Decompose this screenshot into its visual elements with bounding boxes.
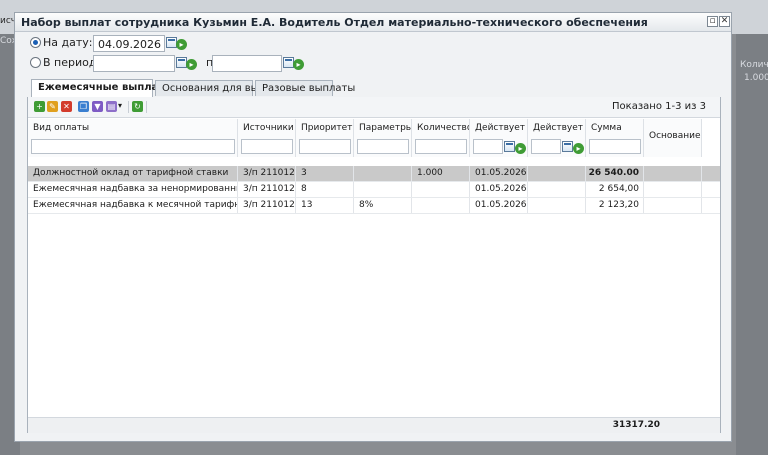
delete-icon[interactable]: ✕: [61, 101, 72, 112]
tab-one-time-payments[interactable]: Разовые выплаты: [255, 80, 355, 96]
cell-valid-to: [528, 198, 586, 213]
filter-input[interactable]: [473, 139, 503, 154]
copy-icon[interactable]: ❐: [78, 101, 89, 112]
filter-icon[interactable]: ▼: [92, 101, 103, 112]
tab-bar: Ежемесячные выплаты Основания для выплат…: [27, 79, 721, 98]
cell-priority: 8: [296, 182, 354, 197]
total-amount: 31317.20: [612, 420, 660, 430]
table-row[interactable]: Ежемесячная надбавка к месячной тарифной…: [28, 198, 720, 214]
cell-source: 3/п 211012(...: [238, 198, 296, 213]
cell-source: 3/п 211012(...: [238, 182, 296, 197]
period-radio[interactable]: [30, 57, 41, 68]
payments-dialog: Набор выплат сотрудника Кузьмин Е.А. Вод…: [14, 12, 732, 442]
cell-priority: 13: [296, 198, 354, 213]
dialog-titlebar[interactable]: Набор выплат сотрудника Кузьмин Е.А. Вод…: [15, 13, 731, 32]
dropdown-arrow-icon[interactable]: ▾: [118, 101, 122, 110]
filter-input[interactable]: [241, 139, 293, 154]
on-date-label: На дату:: [43, 36, 93, 49]
cell-params: [354, 182, 412, 197]
cell-source: 3/п 211012(...: [238, 166, 296, 181]
filter-input[interactable]: [299, 139, 351, 154]
background-app-right: [736, 34, 768, 455]
records-count: Показано 1-3 из 3: [612, 101, 706, 112]
cell-amount: 2 654,00: [586, 182, 644, 197]
cell-amount: 2 123,20: [586, 198, 644, 213]
table-row[interactable]: Должностной оклад от тарифной ставки 3/п…: [28, 166, 720, 182]
column-header[interactable]: Основание: [644, 119, 702, 157]
grid-toolbar: + ✎ ✕ ❐ ▼ ▤ ▾ ↻ Показано 1-3 из 3: [28, 97, 720, 118]
cell-payment-type: Ежемесячная надбавка к месячной тарифной…: [28, 198, 238, 213]
tab-monthly-payments[interactable]: Ежемесячные выплаты: [31, 79, 173, 97]
cell-valid-from: 01.05.2026: [470, 166, 528, 181]
toolbar-separator: [146, 101, 147, 113]
cell-quantity: 1.000: [412, 166, 470, 181]
filter-input[interactable]: [531, 139, 561, 154]
apply-filter-icon[interactable]: ▸: [515, 143, 526, 154]
period-to-field[interactable]: [212, 55, 282, 72]
close-icon[interactable]: ✕: [719, 16, 730, 27]
cell-valid-from: 01.05.2026: [470, 182, 528, 197]
apply-date-icon[interactable]: ▸: [176, 39, 187, 50]
cell-quantity: [412, 182, 470, 197]
restore-icon[interactable]: ▫: [707, 16, 718, 27]
on-date-radio[interactable]: [30, 37, 41, 48]
dialog-title: Набор выплат сотрудника Кузьмин Е.А. Вод…: [21, 16, 648, 29]
cell-basis: [644, 166, 702, 181]
grid-footer: 31317.20: [28, 417, 720, 433]
filter-input[interactable]: [415, 139, 467, 154]
cell-basis: [644, 182, 702, 197]
refresh-icon[interactable]: ↻: [132, 101, 143, 112]
calendar-icon[interactable]: [562, 141, 573, 152]
background-column-header: Колич: [740, 60, 768, 70]
apply-period-to-icon[interactable]: ▸: [293, 59, 304, 70]
on-date-field[interactable]: 04.09.2026: [93, 35, 165, 52]
cell-params: [354, 166, 412, 181]
background-cell: 1.000: [744, 73, 768, 83]
cell-quantity: [412, 198, 470, 213]
toolbar-separator: [128, 101, 129, 113]
apply-filter-icon[interactable]: ▸: [573, 143, 584, 154]
cell-priority: 3: [296, 166, 354, 181]
period-from-field[interactable]: [93, 55, 175, 72]
print-icon[interactable]: ▤: [106, 101, 117, 112]
cell-basis: [644, 198, 702, 213]
filter-input[interactable]: [357, 139, 409, 154]
cell-valid-to: [528, 166, 586, 181]
cell-valid-from: 01.05.2026: [470, 198, 528, 213]
tab-payment-grounds[interactable]: Основания для выплат: [155, 80, 283, 96]
add-icon[interactable]: +: [34, 101, 45, 112]
cell-payment-type: Должностной оклад от тарифной ставки: [28, 166, 238, 181]
edit-icon[interactable]: ✎: [47, 101, 58, 112]
filter-input[interactable]: [31, 139, 235, 154]
cell-params: 8%: [354, 198, 412, 213]
calendar-icon[interactable]: [504, 141, 515, 152]
cell-valid-to: [528, 182, 586, 197]
cell-payment-type: Ежемесячная надбавка за ненормированный …: [28, 182, 238, 197]
table-row[interactable]: Ежемесячная надбавка за ненормированный …: [28, 182, 720, 198]
filter-input[interactable]: [589, 139, 641, 154]
cell-amount: 26 540.00: [586, 166, 644, 181]
payments-grid: + ✎ ✕ ❐ ▼ ▤ ▾ ↻ Показано 1-3 из 3 Вид оп…: [27, 97, 721, 433]
apply-period-icon[interactable]: ▸: [186, 59, 197, 70]
